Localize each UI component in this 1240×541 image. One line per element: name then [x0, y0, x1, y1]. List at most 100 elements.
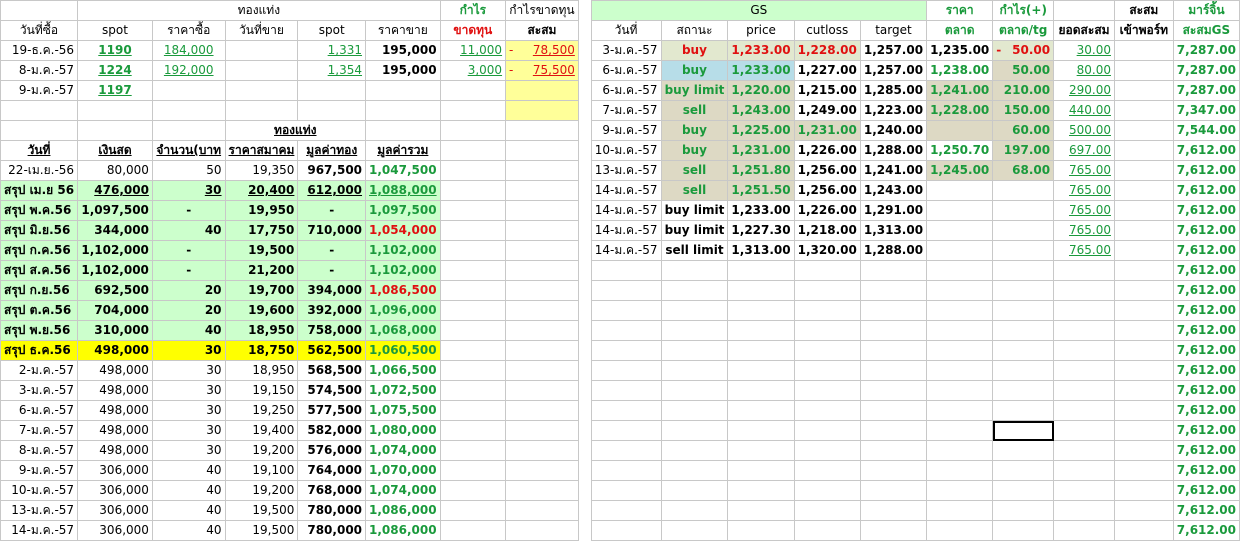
gs-empty-cell[interactable] — [1113, 280, 1174, 301]
port-total-cell[interactable]: 1,047,500 — [365, 160, 441, 181]
gs-profit-cell[interactable] — [992, 240, 1055, 261]
gs-empty-cell[interactable] — [727, 320, 795, 341]
gs-empty-cell[interactable] — [859, 400, 928, 421]
port-price-cell[interactable]: 20,400 — [224, 180, 299, 201]
port-qty-cell[interactable]: 40 — [151, 500, 226, 521]
gs-margin-cell[interactable]: 7,612.00 — [1172, 280, 1240, 301]
port-date-cell[interactable]: สรุป พ.ค.56 — [0, 200, 79, 221]
cell[interactable] — [439, 160, 507, 181]
port-qty-cell[interactable]: - — [151, 260, 226, 281]
empty-cell[interactable] — [224, 100, 299, 121]
gs-cum-cell[interactable]: 765.00 — [1053, 180, 1115, 201]
gs-empty-cell[interactable] — [660, 420, 729, 441]
empty-cell[interactable] — [297, 100, 367, 121]
port-gold-cell[interactable]: - — [297, 200, 367, 221]
gs-port-cell[interactable] — [1113, 40, 1174, 61]
port-gold-cell[interactable]: - — [297, 260, 367, 281]
gap-cell[interactable] — [577, 480, 592, 501]
port-total-cell[interactable]: 1,074,000 — [365, 480, 441, 501]
trade-buy-cell[interactable]: 184,000 — [151, 40, 226, 61]
port-qty-cell[interactable]: 30 — [151, 380, 226, 401]
trade-date-cell[interactable]: 8-ม.ค.-57 — [0, 60, 79, 81]
cell[interactable] — [505, 480, 579, 501]
gs-empty-cell[interactable] — [590, 380, 662, 401]
port-cash-cell[interactable]: 704,000 — [77, 300, 153, 321]
gs-market-cell[interactable] — [926, 220, 994, 241]
gs-margin-cell[interactable]: 7,612.00 — [1172, 300, 1240, 321]
port-qty-cell[interactable]: 40 — [151, 480, 226, 501]
gs-margin-cell[interactable]: 7,612.00 — [1172, 400, 1240, 421]
empty-cell[interactable] — [151, 100, 226, 121]
gap-cell[interactable] — [577, 100, 592, 121]
gap-cell[interactable] — [577, 460, 592, 481]
port-total-cell[interactable]: 1,080,000 — [365, 420, 441, 441]
port-price-cell[interactable]: 21,200 — [224, 260, 299, 281]
port-price-cell[interactable]: 19,500 — [224, 240, 299, 261]
port-qty-cell[interactable]: 20 — [151, 300, 226, 321]
cell[interactable] — [505, 280, 579, 301]
gs-margin-cell[interactable]: 7,612.00 — [1172, 340, 1240, 361]
port-cash-cell[interactable]: 498,000 — [77, 420, 153, 441]
cell[interactable] — [505, 520, 579, 541]
gs-cutloss-cell[interactable]: 1,215.00 — [793, 80, 861, 101]
gs-date-cell[interactable]: 6-ม.ค.-57 — [590, 80, 662, 101]
empty-cell[interactable] — [439, 100, 507, 121]
gs-column-header[interactable]: สถานะ — [660, 20, 729, 41]
gs-empty-cell[interactable] — [992, 480, 1055, 501]
gs-margin-group[interactable]: มาร์จิ้น — [1172, 0, 1240, 21]
gs-column-header[interactable]: สะสมGS — [1172, 20, 1240, 41]
gs-empty-cell[interactable] — [859, 300, 928, 321]
gs-empty-cell[interactable] — [727, 480, 795, 501]
gs-date-cell[interactable]: 9-ม.ค.-57 — [590, 120, 662, 141]
gs-cum-cell[interactable]: 290.00 — [1053, 80, 1115, 101]
cell[interactable] — [439, 320, 507, 341]
gs-empty-cell[interactable] — [992, 520, 1055, 541]
gs-empty-cell[interactable] — [793, 500, 861, 521]
port-price-cell[interactable]: 17,750 — [224, 220, 299, 241]
gs-empty-cell[interactable] — [590, 320, 662, 341]
gs-target-cell[interactable]: 1,240.00 — [859, 120, 928, 141]
port-date-cell[interactable]: สรุป มิ.ย.56 — [0, 220, 79, 241]
cell[interactable] — [505, 240, 579, 261]
port-total-cell[interactable]: 1,066,500 — [365, 360, 441, 381]
gs-empty-cell[interactable] — [992, 500, 1055, 521]
gs-status-cell[interactable]: buy limit — [660, 80, 729, 101]
cell[interactable] — [439, 140, 507, 161]
gs-margin-cell[interactable]: 7,612.00 — [1172, 520, 1240, 541]
port-column-header[interactable]: มูลค่ารวม — [365, 140, 441, 161]
cell[interactable] — [505, 440, 579, 461]
gs-empty-cell[interactable] — [590, 480, 662, 501]
gap-cell[interactable] — [577, 140, 592, 161]
gs-target-cell[interactable]: 1,288.00 — [859, 140, 928, 161]
gs-price-cell[interactable]: 1,233.00 — [727, 60, 795, 81]
cell[interactable] — [505, 420, 579, 441]
gs-empty-cell[interactable] — [926, 460, 994, 481]
gap-cell[interactable] — [577, 80, 592, 101]
gs-date-cell[interactable]: 14-ม.ค.-57 — [590, 200, 662, 221]
gs-status-cell[interactable]: buy limit — [660, 220, 729, 241]
gs-date-cell[interactable]: 7-ม.ค.-57 — [590, 100, 662, 121]
port-qty-cell[interactable]: 30 — [151, 360, 226, 381]
port-date-cell[interactable]: 3-ม.ค.-57 — [0, 380, 79, 401]
gs-port-cell[interactable] — [1113, 60, 1174, 81]
gs-empty-cell[interactable] — [992, 260, 1055, 281]
port-column-header[interactable]: ราคาสมาคม — [224, 140, 299, 161]
gs-empty-cell[interactable] — [1053, 460, 1115, 481]
gap-cell[interactable] — [577, 220, 592, 241]
gs-target-cell[interactable]: 1,243.00 — [859, 180, 928, 201]
cell[interactable] — [505, 160, 579, 181]
gs-empty-cell[interactable] — [992, 340, 1055, 361]
gs-empty-cell[interactable] — [660, 400, 729, 421]
cell[interactable] — [439, 360, 507, 381]
port-gold-cell[interactable]: 612,000 — [297, 180, 367, 201]
gs-empty-cell[interactable] — [859, 500, 928, 521]
port-price-cell[interactable]: 19,500 — [224, 520, 299, 541]
gs-market-cell[interactable]: 1,245.00 — [926, 160, 994, 181]
gs-cutloss-cell[interactable]: 1,218.00 — [793, 220, 861, 241]
gs-market-cell[interactable]: 1,238.00 — [926, 60, 994, 81]
gs-empty-cell[interactable] — [859, 480, 928, 501]
gs-price-cell[interactable]: 1,231.00 — [727, 140, 795, 161]
gs-column-header[interactable]: วันที่ — [590, 20, 662, 41]
port-total-cell[interactable]: 1,102,000 — [365, 240, 441, 261]
port-cash-cell[interactable]: 306,000 — [77, 520, 153, 541]
